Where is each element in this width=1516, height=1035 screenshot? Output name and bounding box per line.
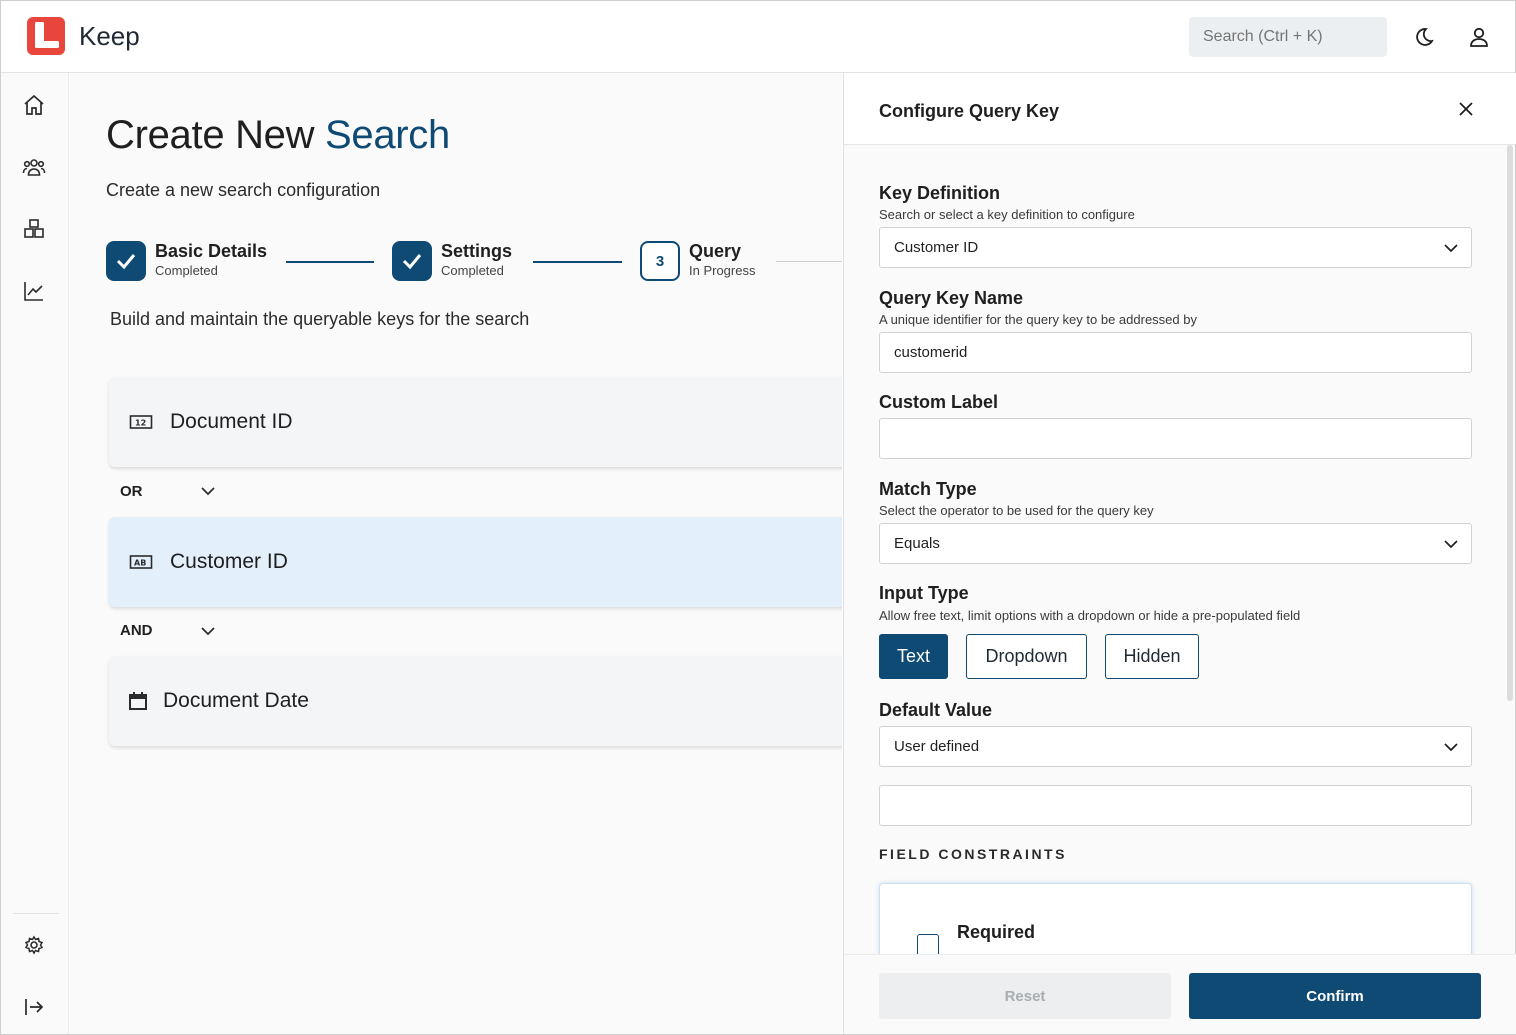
top-bar: Keep — [1, 1, 1515, 73]
check-icon — [116, 254, 136, 270]
panel-header: Configure Query Key — [844, 73, 1516, 145]
default-value-value: User defined — [894, 738, 980, 755]
required-label: Required — [957, 922, 1036, 942]
confirm-button[interactable]: Confirm — [1189, 973, 1481, 1019]
match-type-value: Equals — [894, 535, 940, 552]
input-type-hidden-button[interactable]: Hidden — [1105, 634, 1199, 679]
operator-label: OR — [120, 483, 143, 500]
chart-line-icon[interactable] — [22, 279, 46, 303]
text-field-icon: AB — [129, 555, 153, 569]
step-number: 3 — [640, 241, 680, 281]
step-status: In Progress — [689, 263, 756, 278]
panel-scrollbar[interactable] — [1507, 145, 1513, 701]
moon-icon[interactable] — [1411, 25, 1435, 49]
match-type-select[interactable]: Equals — [879, 523, 1472, 564]
query-key-name-help: A unique identifier for the query key to… — [879, 312, 1197, 327]
query-key-label: Document ID — [170, 410, 293, 433]
operator-label: AND — [120, 622, 153, 639]
query-key-card-selected[interactable]: AB Customer ID — [109, 517, 842, 607]
search-input[interactable] — [1189, 17, 1387, 57]
query-key-label: Document Date — [163, 689, 309, 712]
chevron-down-icon[interactable] — [200, 623, 216, 639]
step-title: Settings — [441, 241, 513, 261]
chevron-down-icon[interactable] — [200, 483, 216, 499]
page-title-accent: Search — [325, 113, 450, 157]
close-icon[interactable] — [1456, 99, 1476, 119]
number-field-icon: 12 — [129, 415, 153, 429]
step-title: Query — [689, 241, 742, 261]
query-key-name-input[interactable]: customerid — [879, 332, 1472, 373]
match-type-label: Match Type — [879, 479, 977, 499]
chevron-down-icon — [1444, 244, 1458, 253]
step-connector — [776, 261, 842, 262]
default-value-select[interactable]: User defined — [879, 726, 1472, 767]
svg-text:12: 12 — [135, 419, 146, 428]
key-definition-select[interactable]: Customer ID — [879, 227, 1472, 268]
step-connector — [286, 261, 374, 263]
gear-icon[interactable] — [22, 933, 46, 957]
page-title-part1: Create New — [106, 113, 326, 157]
default-value-input[interactable] — [879, 785, 1472, 826]
input-type-help: Allow free text, limit options with a dr… — [879, 608, 1301, 623]
input-type-dropdown-button[interactable]: Dropdown — [966, 634, 1087, 679]
custom-label-input[interactable] — [879, 418, 1472, 459]
check-icon — [402, 254, 422, 270]
key-definition-value: Customer ID — [894, 239, 979, 256]
build-description: Build and maintain the queryable keys fo… — [110, 309, 530, 329]
query-key-card[interactable]: 12 Document ID — [109, 377, 842, 467]
home-icon[interactable] — [22, 93, 46, 117]
reset-button[interactable]: Reset — [879, 973, 1171, 1019]
default-value-label: Default Value — [879, 700, 993, 720]
sidebar-divider — [13, 913, 59, 914]
app-name[interactable]: Keep — [79, 21, 140, 52]
custom-label-label: Custom Label — [879, 392, 999, 412]
main-content: Create New Search Create a new search co… — [70, 73, 842, 1034]
sidebar — [1, 73, 69, 1034]
query-key-card[interactable]: Document Date — [109, 656, 842, 746]
query-key-label: Customer ID — [170, 550, 288, 573]
page-title: Create New Search — [106, 113, 450, 158]
key-definition-help: Search or select a key definition to con… — [879, 207, 1135, 222]
chevron-down-icon — [1444, 743, 1458, 752]
keep-logo-icon[interactable] — [27, 17, 65, 55]
step-check-box — [106, 241, 146, 281]
boxes-icon[interactable] — [22, 217, 46, 241]
operator-select[interactable]: OR — [120, 483, 143, 500]
user-icon[interactable] — [1467, 25, 1491, 49]
operator-select[interactable]: AND — [120, 622, 153, 639]
step-status: Completed — [441, 263, 504, 278]
query-key-name-label: Query Key Name — [879, 288, 1024, 308]
chevron-down-icon — [1444, 540, 1458, 549]
input-type-text-button[interactable]: Text — [879, 634, 948, 679]
users-icon[interactable] — [22, 155, 46, 179]
page-subtitle: Create a new search configuration — [106, 180, 381, 200]
expand-icon[interactable] — [22, 995, 46, 1019]
step-title: Basic Details — [155, 241, 268, 261]
configure-query-key-panel: Configure Query Key Key Definition Searc… — [843, 73, 1516, 1034]
step-status: Completed — [155, 263, 218, 278]
input-type-label: Input Type — [879, 583, 969, 603]
required-checkbox[interactable] — [917, 934, 939, 956]
step-check-box — [392, 241, 432, 281]
field-constraints-heading: FIELD CONSTRAINTS — [879, 846, 1067, 862]
key-definition-label: Key Definition — [879, 183, 1001, 203]
step-connector — [533, 261, 622, 263]
svg-text:AB: AB — [134, 559, 146, 568]
panel-title: Configure Query Key — [879, 101, 1060, 121]
query-key-name-value: customerid — [894, 344, 968, 361]
panel-footer: Reset Confirm — [844, 954, 1516, 1034]
calendar-icon — [129, 692, 147, 710]
match-type-help: Select the operator to be used for the q… — [879, 503, 1154, 518]
